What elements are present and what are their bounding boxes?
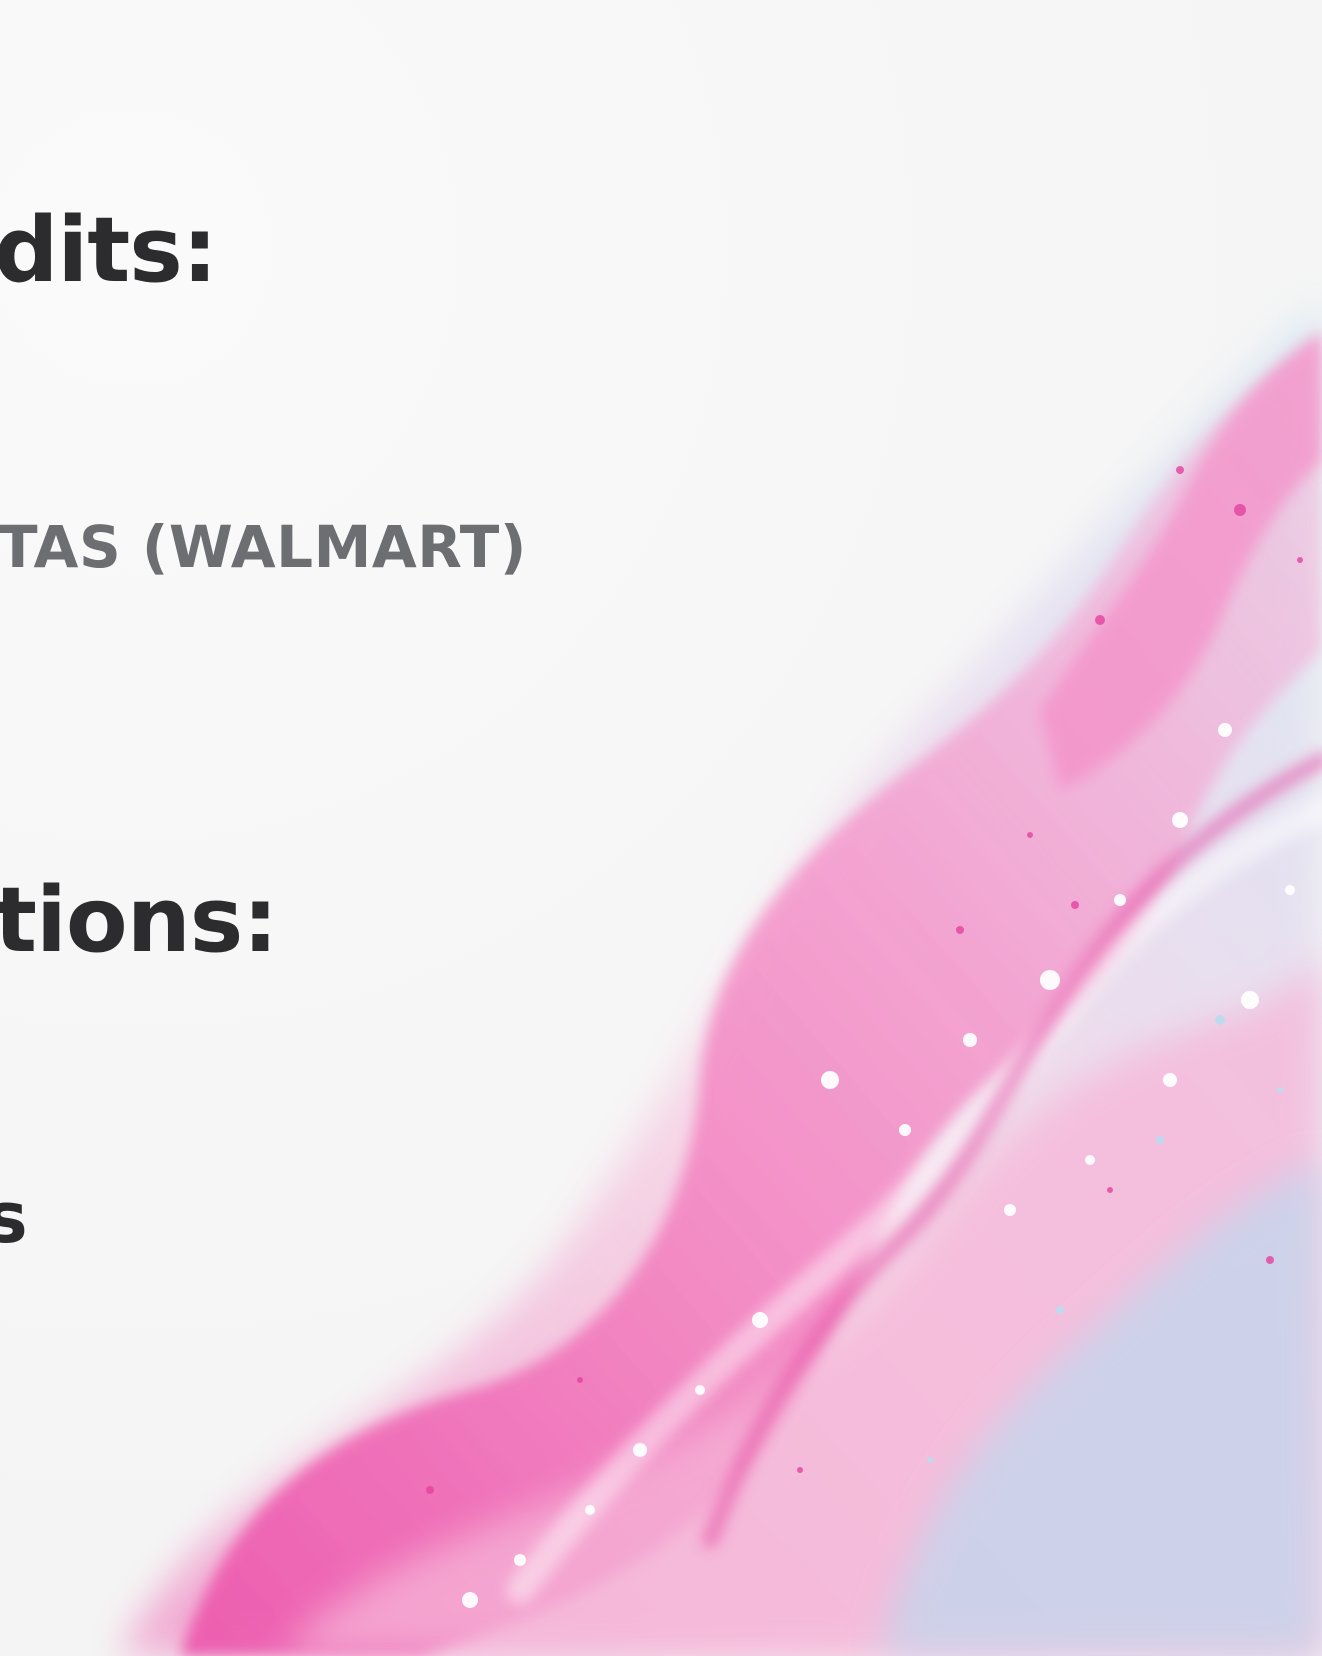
store-line: TAS (WALMART) xyxy=(0,513,527,581)
marble-wash xyxy=(120,300,1322,1656)
marble-pink-speckles xyxy=(426,466,1303,1494)
slide-page: dits: TAS (WALMART) tions: s xyxy=(0,0,1322,1656)
marble-light-streak xyxy=(506,796,1322,1604)
marble-blue-vein xyxy=(880,1160,1322,1656)
marble-dark-streak xyxy=(702,752,1322,1548)
credits-heading: dits: xyxy=(0,198,218,303)
sections-heading: tions: xyxy=(0,868,278,973)
marble-top-right-swirl xyxy=(1040,330,1322,790)
marble-secondary-swirl xyxy=(280,955,1322,1656)
marble-speckles xyxy=(462,723,1295,1608)
marble-blue-speckles xyxy=(927,1015,1283,1463)
partial-text-fragment: s xyxy=(0,1177,28,1259)
